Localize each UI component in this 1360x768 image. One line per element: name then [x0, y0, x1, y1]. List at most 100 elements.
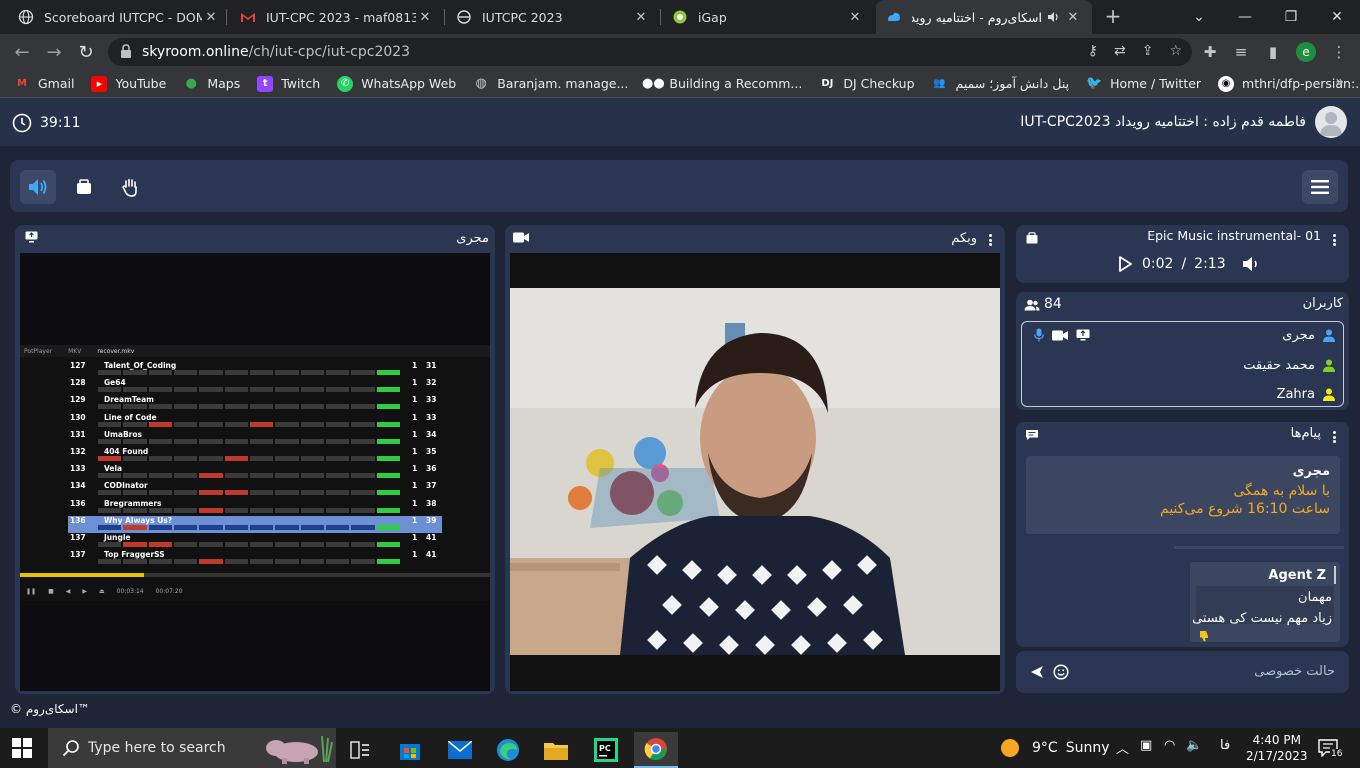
play-icon[interactable]: [1116, 255, 1134, 273]
volume-icon[interactable]: 🔈: [1186, 738, 1202, 753]
solved-cell: 1: [412, 515, 418, 525]
bookmark-gmail[interactable]: M Gmail: [14, 76, 74, 92]
users-icon: 👥: [933, 78, 946, 89]
more-options-icon[interactable]: [1331, 232, 1337, 248]
tab-igap[interactable]: iGap ✕: [662, 0, 874, 34]
back-button[interactable]: ←: [10, 40, 34, 64]
tab-iutcpc[interactable]: IUTCPC 2023 ✕: [446, 0, 660, 34]
bookmark-samim[interactable]: 👥 پنل دانش آموز؛ سمیم: [932, 76, 1069, 92]
seek-bar[interactable]: [20, 573, 490, 577]
edge-browser-icon[interactable]: [486, 732, 530, 768]
new-tab-button[interactable]: +: [1101, 6, 1125, 28]
rank-cell: 134: [70, 481, 86, 491]
team-cell: Vela: [104, 464, 123, 474]
chrome-icon[interactable]: [634, 732, 678, 768]
language-indicator[interactable]: فا: [1220, 738, 1230, 753]
close-icon[interactable]: ✕: [202, 10, 220, 25]
panel-title: مجری: [456, 231, 489, 246]
next-icon[interactable]: ▶: [82, 588, 87, 595]
mail-icon[interactable]: [438, 732, 482, 768]
bookmark-recommender[interactable]: ●● Building a Recomm...: [642, 76, 802, 92]
emoji-icon[interactable]: [1053, 664, 1069, 680]
more-menu-icon[interactable]: ⋮: [1328, 41, 1350, 63]
speaker-icon: [29, 179, 47, 195]
extensions-icon[interactable]: ✚: [1199, 41, 1221, 63]
bookmark-youtube[interactable]: ▶ YouTube: [91, 75, 166, 92]
minimize-button[interactable]: —: [1222, 0, 1268, 34]
bookmark-star-icon[interactable]: ☆: [1169, 43, 1182, 59]
translate-icon[interactable]: ⇄: [1114, 43, 1126, 59]
speaker-toggle-button[interactable]: [20, 170, 56, 204]
music-duration: 2:13: [1194, 256, 1226, 272]
avatar[interactable]: [1315, 106, 1347, 138]
list-item[interactable]: محمد حقیقت: [1243, 354, 1335, 376]
bookmark-label: WhatsApp Web: [361, 76, 457, 91]
bookmark-whatsapp[interactable]: ✆ WhatsApp Web: [337, 75, 457, 92]
close-icon[interactable]: ✕: [1064, 10, 1082, 25]
task-view-icon[interactable]: [338, 732, 382, 768]
close-icon[interactable]: ✕: [632, 10, 650, 25]
key-icon[interactable]: ⚷: [1088, 43, 1098, 59]
player-titlebar: PotPlayer MKV recover.mkv: [20, 345, 490, 357]
network-icon[interactable]: ▣: [1140, 738, 1152, 753]
bookmark-djcheckup[interactable]: DJ DJ Checkup: [819, 76, 914, 92]
penalty-cell: 35: [426, 446, 437, 456]
wifi-icon[interactable]: ◠: [1164, 738, 1175, 753]
share-icon[interactable]: ⇪: [1142, 43, 1154, 59]
clock-date: 2/17/2023: [1246, 749, 1308, 763]
team-cell: UmaBros: [104, 429, 142, 439]
close-icon[interactable]: ✕: [846, 10, 864, 25]
windows-start-icon[interactable]: [12, 738, 32, 758]
speaker-icon[interactable]: [1046, 10, 1060, 24]
volume-icon[interactable]: [1242, 256, 1260, 272]
panel-title: پیام‌ها: [1290, 426, 1321, 441]
system-clock[interactable]: 4:40 PM 2/17/2023: [1246, 732, 1308, 764]
more-options-icon[interactable]: [1331, 429, 1337, 445]
users-panel: 84 کاربران مجری محمد حقیقت Zahra: [1016, 292, 1349, 410]
chevron-right-icon[interactable]: »: [1335, 74, 1344, 90]
microsoft-store-icon[interactable]: [388, 732, 432, 768]
list-item[interactable]: مجری: [1282, 324, 1335, 346]
more-options-icon[interactable]: [987, 232, 993, 248]
github-icon: ◉: [1218, 75, 1235, 92]
tab-separator: [226, 9, 227, 25]
eject-icon[interactable]: ⏏: [99, 588, 105, 595]
pause-icon[interactable]: ❚❚: [26, 588, 36, 595]
bookmark-maps[interactable]: ● Maps: [183, 76, 241, 92]
folder-icon: [1026, 232, 1038, 244]
message-sender: Agent Z: [1268, 568, 1326, 583]
send-icon[interactable]: [1030, 665, 1044, 679]
address-bar[interactable]: skyroom.online/ch/iut-cpc/iut-cpc2023 ⚷ …: [108, 38, 1192, 66]
user-icon: [1323, 359, 1335, 372]
penalty-cell: 31: [426, 361, 437, 370]
profile-avatar[interactable]: e: [1296, 42, 1316, 62]
bookmark-twitch[interactable]: t Twitch: [257, 75, 320, 92]
taskbar-search-input[interactable]: Type here to search: [48, 728, 336, 768]
chat-input-bar[interactable]: حالت خصوصی: [1016, 651, 1349, 693]
previous-icon[interactable]: ◀: [66, 588, 71, 595]
close-icon[interactable]: ✕: [416, 10, 434, 25]
bookmark-baranjam[interactable]: ◍ Baranjam. manage...: [473, 76, 629, 92]
music-title: Epic Music instrumental- 01: [1147, 228, 1321, 243]
whiteboard-button[interactable]: [66, 170, 102, 204]
bookmark-twitter[interactable]: 🐦 Home / Twitter: [1086, 76, 1201, 92]
file-explorer-icon[interactable]: [534, 732, 578, 768]
list-item[interactable]: Zahra: [1277, 383, 1335, 405]
tab-scoreboard[interactable]: Scoreboard IUTCPC - DOMjudge ✕: [8, 0, 230, 34]
raise-hand-button[interactable]: [112, 170, 148, 204]
side-panel-icon[interactable]: ▮: [1262, 41, 1284, 63]
penalty-cell: 41: [426, 532, 437, 542]
chevron-up-icon[interactable]: ︿: [1116, 738, 1129, 757]
pycharm-icon[interactable]: PC: [584, 732, 628, 768]
restore-button[interactable]: ❐: [1268, 0, 1314, 34]
close-window-button[interactable]: ✕: [1314, 0, 1360, 34]
tab-skyroom[interactable]: اسکای‌روم - اختتامیه رویداد ✕: [876, 0, 1092, 34]
reload-button[interactable]: ↻: [74, 40, 98, 64]
forward-button[interactable]: →: [42, 40, 66, 64]
tab-search-icon[interactable]: ⌄: [1176, 0, 1222, 34]
stop-icon[interactable]: ■: [48, 588, 54, 595]
hamburger-menu-button[interactable]: [1302, 170, 1338, 204]
weather-widget[interactable]: 9°C Sunny: [1000, 738, 1109, 758]
tab-gmail[interactable]: IUT-CPC 2023 - maf081378@gmail.com ✕: [230, 0, 444, 34]
media-control-icon[interactable]: ≡: [1230, 41, 1252, 63]
